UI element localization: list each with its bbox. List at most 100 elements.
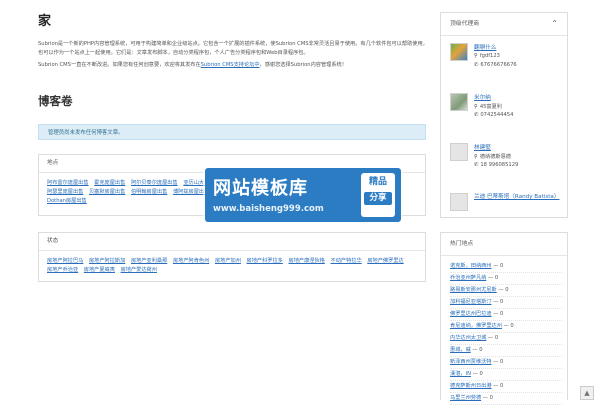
popular-location-item: 内华达州太卫城 — 0 bbox=[450, 333, 562, 345]
support-forum-link[interactable]: Subrion CMS支持论坛中 bbox=[201, 62, 260, 68]
featured-agents-header[interactable]: 顶级代理商 ⌃ bbox=[441, 13, 567, 36]
popular-location-separator: — bbox=[486, 275, 495, 281]
status-link[interactable]: 房地产亚利桑那 bbox=[131, 258, 167, 264]
popular-location-item: 新泽西州贾维沃特 — 0 bbox=[450, 357, 562, 369]
popular-location-link[interactable]: 诺克斯，田纳西州 bbox=[450, 263, 492, 269]
status-links: 房地产阿拉巴马 房地产阿拉斯加 房地产亚利桑那 房地产阿肯色州 房地产加州 房地… bbox=[39, 251, 425, 281]
status-link[interactable]: 房地产科罗拉多 bbox=[247, 258, 283, 264]
agent-name-link[interactable]: 林建堅 bbox=[474, 143, 491, 151]
agent-phone: ✆ 67676676676 bbox=[474, 62, 517, 68]
popular-location-link[interactable]: 路易斯安那州尤尼斯 bbox=[450, 287, 497, 293]
watermark-badge: 精品 分享 bbox=[361, 173, 395, 217]
agent-avatar[interactable] bbox=[450, 43, 468, 61]
popular-locations-header: 热门地点 bbox=[441, 233, 567, 256]
popular-location-item: 路易斯安那州尤尼斯 — 0 bbox=[450, 285, 562, 297]
location-link[interactable]: 伯明翰房屋出售 bbox=[131, 189, 167, 195]
agent-name-link[interactable]: 兰迪 巴蒂斯塔（Randy Batista） bbox=[474, 193, 562, 201]
popular-location-separator: — bbox=[486, 335, 495, 341]
scroll-to-top-button[interactable]: ▲ bbox=[580, 386, 594, 400]
popular-location-item: 马里兰州劳德 — 0 bbox=[450, 393, 562, 405]
popular-locations-list: 诺克斯，田纳西州 — 0 乔治亚州萨凡纳 — 0 路易斯安那州尤尼斯 — 0 加利福尼… bbox=[450, 261, 562, 405]
popular-location-item: 漢湛，IN — 0 bbox=[450, 369, 562, 381]
popular-location-count: 0 bbox=[494, 275, 499, 281]
no-posts-notice: 管理员尚未发布任何博客文章。 bbox=[38, 124, 426, 140]
agent-avatar[interactable] bbox=[450, 93, 468, 111]
watermark-title: 网站模板库 bbox=[213, 178, 308, 199]
watermark-logo: 网站模板库 www.baisheng999.com 精品 分享 bbox=[205, 168, 401, 222]
popular-location-link[interactable]: 马里兰州劳德 bbox=[450, 395, 481, 401]
agent-card: 米尔纳 ⚲ 45富夏利 ✆ 0742544454 bbox=[450, 93, 562, 127]
watermark-url: www.baisheng999.com bbox=[213, 204, 324, 214]
location-link[interactable]: 阿瑟里庞屋出售 bbox=[47, 189, 83, 195]
agent-avatar[interactable] bbox=[450, 193, 468, 211]
location-link[interactable]: 阿布雷尔庞屋出售 bbox=[47, 180, 89, 186]
watermark-badge-bottom: 分享 bbox=[364, 192, 392, 205]
popular-locations-box: 热门地点 诺克斯，田纳西州 — 0 乔治亚州萨凡纳 — 0 路易斯安那州尤尼斯 — … bbox=[440, 232, 568, 405]
popular-location-count: 0 bbox=[505, 287, 509, 293]
popular-location-count: 0 bbox=[479, 371, 483, 377]
popular-location-count: 0 bbox=[479, 347, 483, 353]
location-link[interactable]: 博阿兹房屋出售 bbox=[173, 189, 209, 195]
agent-card: 翻塀什么 ⚲ fgdf123 ✆ 67676676676 bbox=[450, 43, 562, 77]
popular-location-link[interactable]: 佛罗里达州巴拉迪 bbox=[450, 311, 492, 317]
chevron-up-icon[interactable]: ⌃ bbox=[551, 13, 558, 35]
popular-location-separator: — bbox=[491, 359, 501, 365]
status-link[interactable]: 房地产康涅狄格 bbox=[289, 258, 325, 264]
intro-text: Subrion是一个新的PHP内容管理系统，可用于构建简单和企业级站点。它包含一… bbox=[38, 40, 428, 74]
status-link[interactable]: 房地产乔治亚 bbox=[47, 267, 78, 273]
location-link[interactable]: 贝塞默房屋出售 bbox=[89, 189, 125, 195]
agent-name-link[interactable]: 翻塀什么 bbox=[474, 43, 496, 51]
popular-location-separator: — bbox=[470, 347, 480, 353]
blog-section-title: 博客卷 bbox=[38, 94, 73, 108]
agent-name-link[interactable]: 米尔纳 bbox=[474, 93, 491, 101]
status-link[interactable]: 房地产阿肯色州 bbox=[173, 258, 209, 264]
status-link[interactable]: 房地产佛罗里达 bbox=[367, 258, 403, 264]
featured-agents-box: 顶级代理商 ⌃ 翻塀什么 ⚲ fgdf123 ✆ 67676676676 米尔纳 ⚲… bbox=[440, 12, 568, 218]
agent-avatar[interactable] bbox=[450, 143, 468, 161]
popular-location-item: 肯尼迪纳，佛罗里达州 — 0 bbox=[450, 321, 562, 333]
status-link[interactable]: 房地产夏威夷 bbox=[84, 267, 115, 273]
agent-location: ⚲ 45富夏利 bbox=[474, 104, 502, 110]
popular-location-link[interactable]: 内华达州太卫城 bbox=[450, 335, 486, 341]
agent-card: 林建堅 ⚲ 德纳德斯恩德 ✆ 18 996085129 bbox=[450, 143, 562, 177]
phone-icon: ✆ bbox=[474, 162, 479, 168]
popular-location-item: 乔治亚州萨凡纳 — 0 bbox=[450, 273, 562, 285]
watermark-badge-top: 精品 bbox=[368, 177, 387, 187]
status-link[interactable]: 房地产爱达荷州 bbox=[121, 267, 157, 273]
popular-location-count: 0 bbox=[500, 311, 504, 317]
popular-location-item: 惠城，威 — 0 bbox=[450, 345, 562, 357]
popular-location-link[interactable]: 乔治亚州萨凡纳 bbox=[450, 275, 486, 281]
agent-location: ⚲ 德纳德斯恩德 bbox=[474, 154, 511, 160]
popular-location-separator: — bbox=[491, 383, 501, 389]
intro-paragraph-2: Subrion CMS一直在不断改进。如果您有任何创意要，欢迎将其发布在Subr… bbox=[38, 62, 347, 68]
status-link[interactable]: 房地产阿拉巴马 bbox=[47, 258, 83, 264]
popular-location-link[interactable]: 加利福尼亚塔斯汀 bbox=[450, 299, 492, 305]
popular-location-count: 0 bbox=[500, 263, 504, 269]
location-link[interactable]: Dothan房屋出售 bbox=[47, 198, 87, 204]
map-marker-icon: ⚲ bbox=[474, 53, 478, 59]
agent-location: ⚲ fgdf123 bbox=[474, 53, 500, 59]
location-link[interactable]: 霍克庞屋出售 bbox=[94, 180, 125, 186]
popular-location-link[interactable]: 漢湛，IN bbox=[450, 371, 471, 377]
popular-location-item: 德克萨斯州日出港 — 0 bbox=[450, 381, 562, 393]
agent-phone: ✆ 18 996085129 bbox=[474, 162, 519, 168]
phone-icon: ✆ bbox=[474, 112, 479, 118]
popular-location-count: 0 bbox=[510, 323, 514, 329]
popular-locations-title: 热门地点 bbox=[450, 241, 474, 247]
featured-agents-title: 顶级代理商 bbox=[450, 21, 479, 27]
popular-location-link[interactable]: 新泽西州贾维沃特 bbox=[450, 359, 492, 365]
phone-icon: ✆ bbox=[474, 62, 479, 68]
popular-location-link[interactable]: 肯尼迪纳，佛罗里达州 bbox=[450, 323, 502, 329]
popular-location-count: 0 bbox=[500, 383, 504, 389]
popular-location-link[interactable]: 惠城，威 bbox=[450, 347, 471, 353]
popular-location-link[interactable]: 德克萨斯州日出港 bbox=[450, 383, 492, 389]
location-link[interactable]: 阿尔贝泰尔庞屋出售 bbox=[131, 180, 178, 186]
agent-card: 兰迪 巴蒂斯塔（Randy Batista） bbox=[450, 193, 562, 227]
status-panel: 状态 房地产阿拉巴马 房地产阿拉斯加 房地产亚利桑那 房地产阿肯色州 房地产加州… bbox=[38, 232, 426, 282]
status-link[interactable]: 房地产阿拉斯加 bbox=[89, 258, 125, 264]
status-panel-title: 状态 bbox=[39, 233, 425, 251]
status-link[interactable]: 房地产加州 bbox=[215, 258, 241, 264]
popular-location-item: 诺克斯，田纳西州 — 0 bbox=[450, 261, 562, 273]
map-marker-icon: ⚲ bbox=[474, 104, 478, 110]
status-link[interactable]: 不动产特拉华 bbox=[331, 258, 362, 264]
